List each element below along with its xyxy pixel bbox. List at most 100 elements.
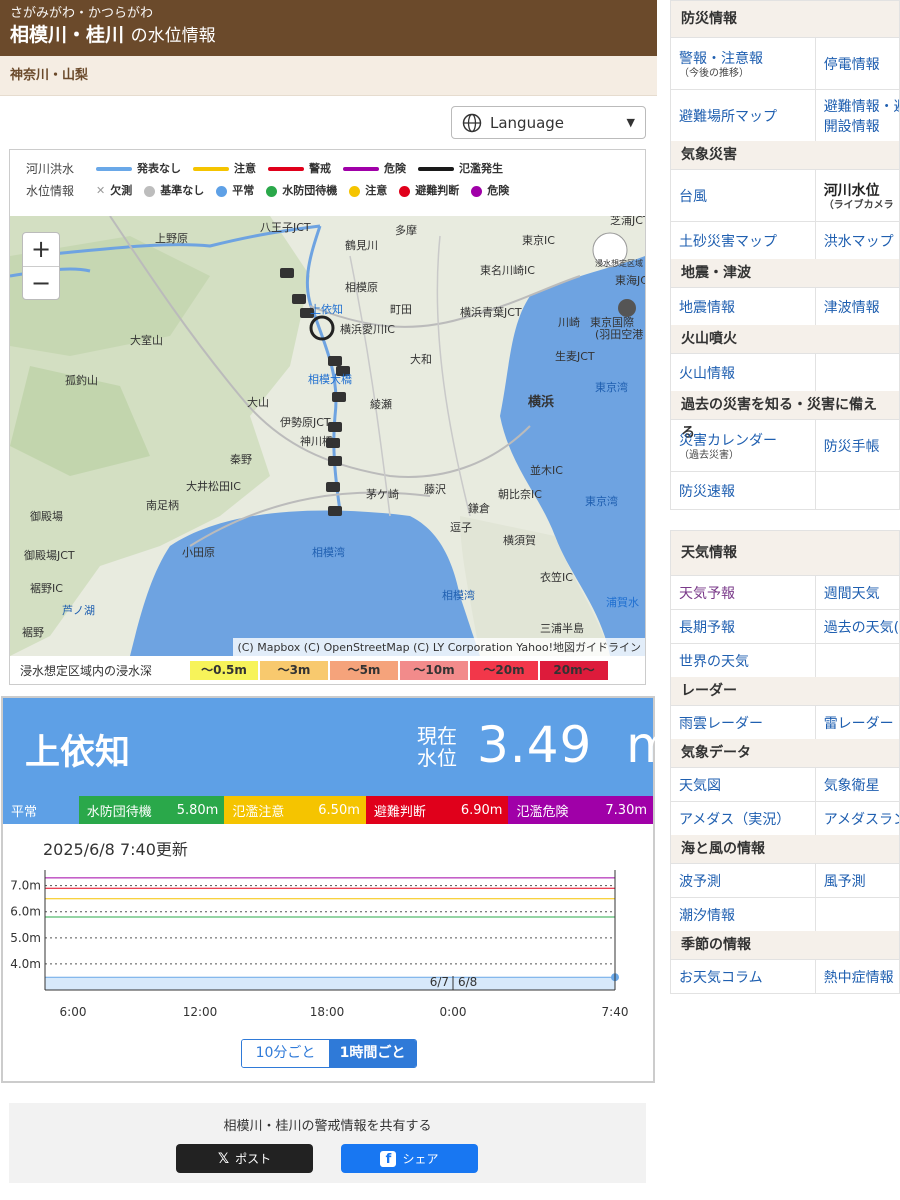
map-view[interactable]: 上野原八王子JCT多摩 東京IC芝浦JCT鶴見川 東名川崎IC相模原町田 川崎東… <box>10 216 645 656</box>
threshold-levels: 平常 水防団待機 5.80m 氾濫注意 6.50m 避難判断 6.90m 氾濫危険 7.30m <box>3 796 653 824</box>
depth-swatch: 20m〜 <box>540 661 608 680</box>
sidebar-link[interactable]: 警報・注意報 （今後の推移） <box>671 38 816 89</box>
river-name-ruby: さがみがわ・かつらがわ <box>10 6 154 21</box>
sidebar-link-label: 熱中症情報 <box>823 969 894 986</box>
flood-depth-legend: 浸水想定区域内の浸水深 〜0.5m 〜3m 〜5m 〜10m 〜20m 20m〜 <box>10 657 645 684</box>
sidebar-link[interactable]: 世界の天気 <box>671 644 816 677</box>
share-label: シェア <box>402 1152 439 1166</box>
svg-text:三浦半島: 三浦半島 <box>540 621 584 635</box>
sidebar-row: 世界の天気 <box>671 643 899 677</box>
svg-text:秦野: 秦野 <box>230 452 252 466</box>
current-level-value: 3.49 m <box>477 716 676 774</box>
threshold-level: 避難判断 6.90m <box>365 796 509 824</box>
sidebar-link[interactable]: 風予測 <box>816 864 899 897</box>
sidebar-link[interactable]: 停電情報 <box>816 38 899 89</box>
sidebar-link[interactable]: 長期予報 <box>671 610 816 643</box>
map-attribution[interactable]: (C) Mapbox (C) OpenStreetMap (C) LY Corp… <box>233 638 645 656</box>
legend-item-label: 平常 <box>232 184 255 197</box>
sidebar-link[interactable]: 雨雲レーダー <box>671 706 816 739</box>
flood-legend-item: 注意 <box>193 158 256 180</box>
sidebar-link[interactable]: 火山情報 <box>671 354 816 391</box>
sidebar-link-label: 火山情報 <box>679 365 735 382</box>
threshold-name: 平常 <box>11 804 38 820</box>
sidebar-link-label: アメダスラン <box>823 811 899 828</box>
post-to-x-button[interactable]: 𝕏 ポスト <box>176 1144 313 1173</box>
svg-text:東京IC: 東京IC <box>522 233 555 247</box>
sidebar-row: 天気図 気象衛星 <box>671 767 899 801</box>
sidebar-row: 波予測 風予測 <box>671 863 899 897</box>
zoom-out-button[interactable]: − <box>23 267 59 301</box>
sidebar-link-label: 土砂災害マップ <box>679 233 777 250</box>
sidebar-link[interactable]: 熱中症情報 <box>816 960 899 993</box>
sidebar-link[interactable]: 波予測 <box>671 864 816 897</box>
sidebar-link[interactable]: 津波情報 <box>816 288 899 325</box>
x-tick-label: 0:00 <box>440 1005 467 1019</box>
toggle-1hour-button[interactable]: 1時間ごと <box>329 1040 416 1067</box>
sidebar-link[interactable]: 避難情報・避開設情報 <box>816 90 899 141</box>
svg-text:(羽田空港: (羽田空港 <box>595 327 643 341</box>
sidebar-category: 過去の災害を知る・災害に備える <box>671 391 899 441</box>
sidebar-link[interactable]: 天気予報 <box>671 576 816 609</box>
sidebar-row: アメダス（実況） アメダスラン <box>671 801 899 835</box>
sidebar-link-label: 警報・注意報 <box>679 50 763 67</box>
current-level-banner: 上依知 現在 水位 3.49 m <box>3 698 675 796</box>
sidebar-link[interactable]: 台風 <box>671 170 816 221</box>
sidebar-link-label: 天気予報 <box>679 585 735 602</box>
sidebar-link[interactable]: 天気図 <box>671 768 816 801</box>
sidebar-link[interactable]: 洪水マップ <box>816 222 899 259</box>
sidebar-link[interactable]: 災害カレンダー （過去災害） <box>671 420 816 471</box>
language-select[interactable]: Language ▼ <box>451 106 646 139</box>
sidebar-row: 台風 河川水位 （ライブカメラ <box>671 169 899 221</box>
sidebar-category: 海と風の情報 <box>671 835 899 863</box>
sidebar-link-label: 過去の天気(2 <box>823 619 899 636</box>
sidebar-link[interactable]: 潮汐情報 <box>671 898 816 931</box>
svg-text:東海JCT: 東海JCT <box>615 273 645 287</box>
chevron-down-icon: ▼ <box>626 116 635 129</box>
sidebar-section: 天気情報天気予報 週間天気長期予報 過去の天気(2 世界の天気レーダー雨雲レーダー 雷レ… <box>670 530 900 994</box>
sidebar-link-label: アメダス（実況） <box>679 811 791 828</box>
sidebar-link-label: 気象衛星 <box>823 777 880 794</box>
sidebar-link-label: 避難情報・避 <box>823 98 899 115</box>
svg-text:上野原: 上野原 <box>155 232 188 245</box>
sidebar-link[interactable]: アメダス（実況） <box>671 802 816 835</box>
sidebar-link[interactable]: 地震情報 <box>671 288 816 325</box>
sidebar-link[interactable]: 土砂災害マップ <box>671 222 816 259</box>
svg-text:東京湾: 東京湾 <box>585 494 618 508</box>
share-panel: 相模川・桂川の警戒情報を共有する 𝕏 ポスト f シェア <box>9 1103 646 1183</box>
water-legend-item: 平常 <box>216 180 254 202</box>
sidebar-row: 長期予報 過去の天気(2 <box>671 609 899 643</box>
sidebar-link-label: 地震情報 <box>679 299 735 316</box>
language-label: Language <box>490 113 565 132</box>
main-content: さがみがわ・かつらがわ 相模川・桂川 の水位情報 神奈川・山梨 Language… <box>0 0 675 1200</box>
threshold-level: 氾濫危険 7.30m <box>508 796 653 824</box>
sidebar-link-label: 洪水マップ <box>823 233 894 250</box>
sidebar-link[interactable]: 気象衛星 <box>816 768 899 801</box>
threshold-value: 6.50m <box>318 802 360 818</box>
sidebar-link[interactable]: 雷レーダー <box>816 706 899 739</box>
share-facebook-button[interactable]: f シェア <box>341 1144 478 1173</box>
zoom-in-button[interactable]: + <box>23 233 59 267</box>
sidebar-link[interactable]: 防災速報 <box>671 472 816 509</box>
toggle-10min-button[interactable]: 10分ごと <box>242 1040 329 1067</box>
station-name: 上依知 <box>25 733 131 773</box>
legend-item-label: 氾濫発生 <box>459 162 503 175</box>
svg-text:八王子JCT: 八王子JCT <box>260 221 311 234</box>
sidebar-link-label: 河川水位 <box>823 182 880 199</box>
threshold-level: 氾濫注意 6.50m <box>224 796 366 824</box>
sidebar-link[interactable]: 週間天気 <box>816 576 899 609</box>
svg-text:衣笠IC: 衣笠IC <box>540 570 573 584</box>
sidebar-link[interactable]: お天気コラム <box>671 960 816 993</box>
date-label: 6/7 <box>430 975 449 989</box>
legend-item-label: 危険 <box>487 184 510 197</box>
sidebar-link[interactable]: 河川水位 （ライブカメラ <box>816 170 899 221</box>
map-panel: 河川洪水 発表なし 注意 警戒 危険 氾濫発生 水位情報 ✕ 欠測 基準なし 平常 水防団待機 注意避… <box>9 149 646 685</box>
sidebar-section-title: 防災情報 <box>671 1 899 37</box>
sidebar-link[interactable]: 過去の天気(2 <box>816 610 899 643</box>
depth-swatch: 〜3m <box>260 661 328 680</box>
sidebar-link[interactable]: アメダスラン <box>816 802 899 835</box>
sidebar-link[interactable]: 避難場所マップ <box>671 90 816 141</box>
sidebar-link[interactable]: 防災手帳 <box>816 420 899 471</box>
depth-swatch: 〜20m <box>470 661 538 680</box>
svg-text:相模大橋: 相模大橋 <box>308 372 352 386</box>
globe-icon <box>462 113 482 132</box>
